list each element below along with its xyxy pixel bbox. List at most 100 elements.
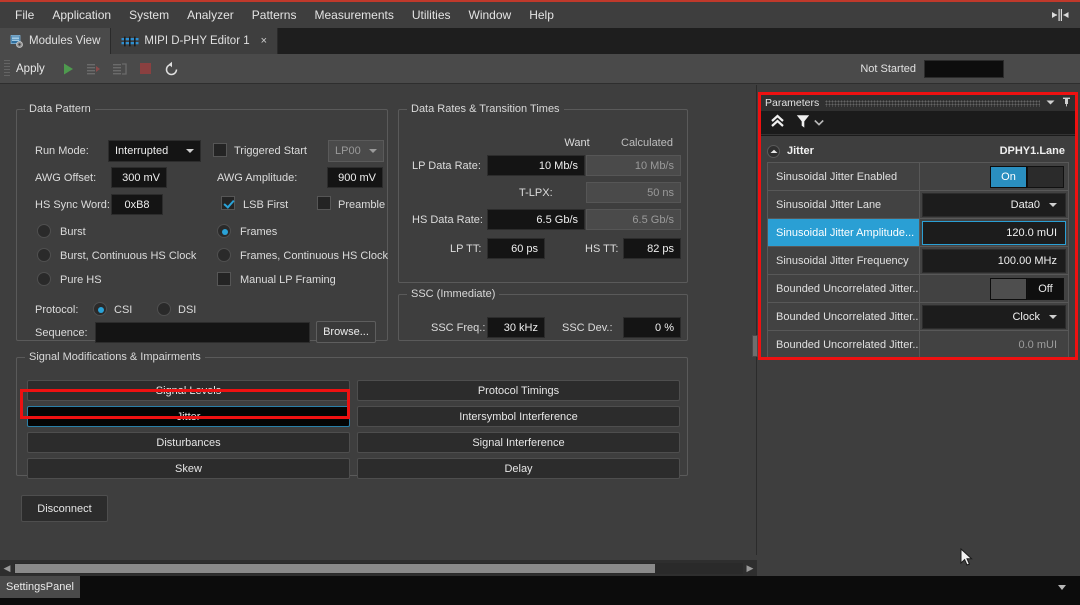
- bounded-uncorrelated-jitter-enabled-toggle[interactable]: Off: [990, 277, 1064, 300]
- t-lpx-label: T-LPX:: [519, 187, 553, 199]
- sinusoidal-jitter-amplitude-input[interactable]: 120.0 mUI: [922, 220, 1066, 245]
- scrollbar-thumb[interactable]: [15, 563, 655, 573]
- stop-icon[interactable]: [133, 57, 159, 81]
- parameters-table: Sinusoidal Jitter Enabled On Sinusoidal …: [767, 162, 1069, 359]
- protocol-label: Protocol:: [35, 304, 79, 316]
- radio-burst[interactable]: [37, 224, 51, 238]
- impairment-skew-button[interactable]: Skew: [27, 458, 350, 479]
- radio-burst-continuous-hs-clock[interactable]: [37, 248, 51, 262]
- impairment-protocol-timings-button[interactable]: Protocol Timings: [357, 380, 680, 401]
- toggle-off-label: Off: [1027, 277, 1064, 300]
- hs-tt-field[interactable]: 82 ps: [623, 238, 681, 259]
- parameters-group-header[interactable]: Jitter DPHY1.Lane: [767, 140, 1069, 162]
- lp-data-rate-calculated-field: 10 Mb/s: [586, 155, 681, 176]
- menu-item-system[interactable]: System: [120, 4, 178, 26]
- menu-item-analyzer[interactable]: Analyzer: [178, 4, 243, 26]
- split-horizontal-icon[interactable]: [1048, 8, 1072, 22]
- filter-chevron-down-icon[interactable]: [814, 117, 824, 129]
- awg-amplitude-label: AWG Amplitude:: [217, 172, 298, 184]
- table-row[interactable]: Sinusoidal Jitter Frequency 100.00 MHz: [768, 246, 1068, 274]
- dock-drag-dots[interactable]: [825, 99, 1040, 107]
- impairments-group: Signal Modifications & Impairments Signa…: [16, 351, 688, 479]
- menu-item-utilities[interactable]: Utilities: [403, 4, 460, 26]
- ssc-dev-field[interactable]: 0 %: [623, 317, 681, 338]
- table-row[interactable]: Sinusoidal Jitter Lane Data0: [768, 190, 1068, 218]
- lp-tt-field[interactable]: 60 ps: [487, 238, 545, 259]
- radio-frames[interactable]: [217, 224, 231, 238]
- dock-menu-icon[interactable]: [1046, 97, 1055, 109]
- impairment-jitter-button[interactable]: Jitter: [27, 406, 350, 427]
- apply-button[interactable]: Apply: [14, 63, 55, 75]
- lsb-first-checkbox[interactable]: [221, 196, 235, 210]
- triggered-start-checkbox[interactable]: [213, 143, 227, 157]
- menu-item-measurements[interactable]: Measurements: [305, 4, 402, 26]
- toolbar-grip[interactable]: [4, 59, 10, 78]
- reset-icon[interactable]: [159, 57, 185, 81]
- radio-pure-hs[interactable]: [37, 272, 51, 286]
- impairment-signal-levels-button[interactable]: Signal Levels: [27, 380, 350, 401]
- ssc-dev-label: SSC Dev.:: [562, 322, 613, 334]
- radio-protocol-csi[interactable]: [93, 302, 107, 316]
- collapse-icon[interactable]: [767, 144, 780, 158]
- radio-protocol-dsi[interactable]: [157, 302, 171, 316]
- horizontal-scrollbar[interactable]: ◀ ▶: [0, 560, 757, 576]
- radio-protocol-dsi-label: DSI: [178, 304, 197, 316]
- awg-offset-field[interactable]: 300 mV: [111, 167, 167, 188]
- impairment-intersymbol-interference-button[interactable]: Intersymbol Interference: [357, 406, 680, 427]
- application-window: File Application System Analyzer Pattern…: [0, 0, 1080, 605]
- disconnect-button[interactable]: Disconnect: [21, 495, 108, 522]
- impairment-disturbances-button[interactable]: Disturbances: [27, 432, 350, 453]
- sinusoidal-jitter-lane-combo[interactable]: Data0: [922, 192, 1066, 217]
- table-row[interactable]: Bounded Uncorrelated Jitter... Clock: [768, 302, 1068, 330]
- hs-data-rate-want-field[interactable]: 6.5 Gb/s: [487, 209, 585, 230]
- menu-item-patterns[interactable]: Patterns: [243, 4, 306, 26]
- run-mode-value: Interrupted: [115, 145, 169, 157]
- pin-icon[interactable]: [1062, 97, 1071, 110]
- statusbar-chevron-down-icon[interactable]: [1058, 585, 1066, 590]
- tab-strip: Modules View MIPI D-PHY Editor 1 ×: [0, 28, 1080, 54]
- sinusoidal-jitter-frequency-input[interactable]: 100.00 MHz: [922, 248, 1066, 273]
- filter-icon[interactable]: [796, 114, 810, 132]
- impairment-signal-interference-button[interactable]: Signal Interference: [357, 432, 680, 453]
- menu-item-help[interactable]: Help: [520, 4, 563, 26]
- run-icon[interactable]: [55, 57, 81, 81]
- toggle-knob: [990, 277, 1027, 300]
- step-into-icon[interactable]: [107, 57, 133, 81]
- scroll-right-icon[interactable]: ▶: [743, 561, 757, 575]
- close-icon[interactable]: ×: [261, 35, 267, 47]
- scrollbar-track[interactable]: [14, 562, 743, 574]
- table-row[interactable]: Sinusoidal Jitter Enabled On: [768, 162, 1068, 190]
- tab-mipi-dphy-editor[interactable]: MIPI D-PHY Editor 1 ×: [111, 28, 279, 54]
- settings-panel-tab[interactable]: SettingsPanel: [0, 576, 80, 598]
- impairment-delay-button[interactable]: Delay: [357, 458, 680, 479]
- menu-item-file[interactable]: File: [6, 4, 43, 26]
- ssc-freq-field[interactable]: 30 kHz: [487, 317, 545, 338]
- collapse-all-icon[interactable]: [769, 113, 786, 133]
- preamble-checkbox[interactable]: [317, 196, 331, 210]
- modules-view-icon: [10, 34, 24, 48]
- impairments-title: Signal Modifications & Impairments: [29, 351, 201, 363]
- sinusoidal-jitter-enabled-toggle[interactable]: On: [990, 165, 1064, 188]
- chevron-down-icon: [1049, 202, 1057, 207]
- menu-item-window[interactable]: Window: [460, 4, 521, 26]
- awg-amplitude-field[interactable]: 900 mV: [327, 167, 383, 188]
- manual-lp-framing-checkbox[interactable]: [217, 272, 231, 286]
- step-forward-icon[interactable]: [81, 57, 107, 81]
- radio-frames-continuous-hs-clock[interactable]: [217, 248, 231, 262]
- browse-button[interactable]: Browse...: [316, 321, 376, 343]
- tab-modules-view[interactable]: Modules View: [0, 28, 112, 54]
- chevron-down-icon: [369, 149, 377, 153]
- table-row[interactable]: Bounded Uncorrelated Jitter... 0.0 mUI: [768, 330, 1068, 358]
- param-name: Sinusoidal Jitter Enabled: [768, 163, 920, 190]
- table-row[interactable]: Bounded Uncorrelated Jitter... Off: [768, 274, 1068, 302]
- hs-sync-word-label: HS Sync Word:: [35, 199, 110, 211]
- run-mode-combo[interactable]: Interrupted: [108, 140, 201, 162]
- sequence-input[interactable]: [95, 322, 310, 343]
- lp-state-combo[interactable]: LP00: [328, 140, 384, 162]
- table-row[interactable]: Sinusoidal Jitter Amplitude... 120.0 mUI: [768, 218, 1068, 246]
- lp-data-rate-want-field[interactable]: 10 Mb/s: [487, 155, 585, 176]
- menu-item-application[interactable]: Application: [43, 4, 120, 26]
- bounded-uncorrelated-jitter-source-combo[interactable]: Clock: [922, 304, 1066, 329]
- hs-sync-word-field[interactable]: 0xB8: [111, 194, 163, 215]
- scroll-left-icon[interactable]: ◀: [0, 561, 14, 575]
